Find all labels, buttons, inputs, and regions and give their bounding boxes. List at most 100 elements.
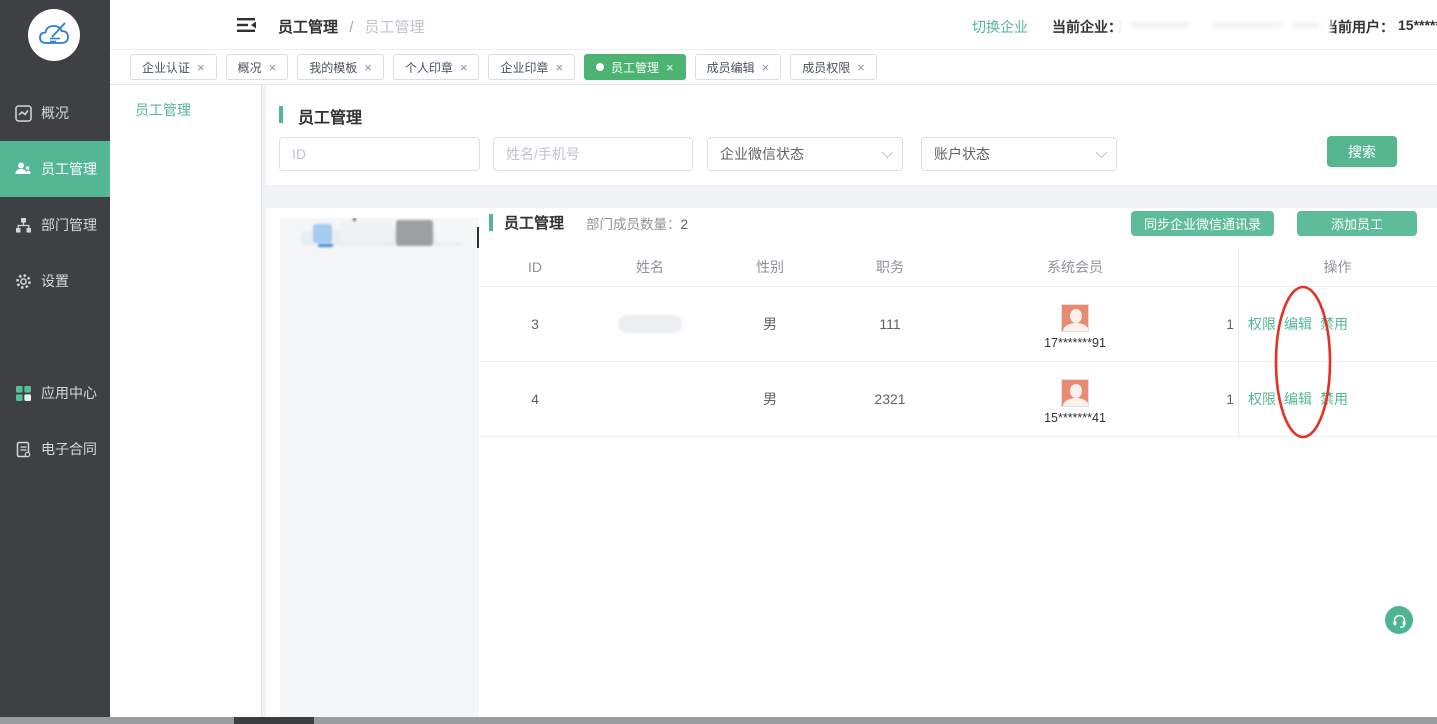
tab-personal-seal[interactable]: 个人印章× [393, 54, 480, 80]
table-row: 3 男 111 17*******91 1 权限 编辑 禁用 [480, 287, 1437, 362]
cloud-signature-logo-icon [34, 15, 74, 55]
chart-icon [14, 104, 32, 122]
tab-enterprise-auth[interactable]: 企业认证× [130, 54, 217, 80]
search-panel: 员工管理 企业微信状态 账户状态 搜索 [266, 85, 1437, 185]
gear-icon [14, 272, 32, 290]
secondary-sidebar: 员工管理 [110, 85, 262, 718]
tab-member-permissions[interactable]: 成员权限× [790, 54, 877, 80]
add-employee-button[interactable]: 添加员工 [1297, 211, 1417, 236]
disable-link[interactable]: 禁用 [1320, 389, 1348, 409]
close-icon[interactable]: × [666, 61, 674, 74]
chevron-down-icon [1096, 147, 1107, 158]
tab-employee-management[interactable]: 员工管理× [584, 54, 686, 80]
cell-member: 17*******91 [950, 298, 1200, 350]
app-window: 概况 员工管理 部门管理 设置 [0, 0, 1437, 724]
cell-id: 4 [480, 391, 590, 407]
tab-overview[interactable]: 概况× [226, 54, 289, 80]
member-phone: 15*******41 [1044, 411, 1106, 425]
header: 员工管理 / 员工管理 切换企业 当前企业： 厂 当前用户： 15*******… [110, 0, 1437, 50]
section-accent-bar [279, 106, 283, 123]
sidebar-item-e-contract[interactable]: 电子合同 [0, 421, 110, 477]
subsidebar-item-employees[interactable]: 员工管理 [110, 85, 261, 135]
redacted-tree-content [280, 218, 479, 268]
tab-member-edit[interactable]: 成员编辑× [695, 54, 782, 80]
close-icon[interactable]: × [460, 61, 468, 74]
current-user-label: 当前用户： [1324, 17, 1394, 37]
account-status-select[interactable]: 账户状态 [921, 137, 1117, 171]
switch-company-link[interactable]: 切换企业 [972, 17, 1028, 37]
member-avatar [1061, 304, 1089, 332]
sidebar-item-label: 设置 [41, 271, 69, 291]
permissions-link[interactable]: 权限 [1248, 314, 1276, 334]
tag-tabs-bar: 企业认证× 概况× 我的模板× 个人印章× 企业印章× 员工管理× 成员编辑× … [110, 50, 1437, 85]
fixed-column-divider [1238, 248, 1239, 437]
redacted-name [618, 315, 682, 333]
wechat-status-select[interactable]: 企业微信状态 [707, 137, 903, 171]
cell-actions: 权限 编辑 禁用 [1238, 287, 1437, 361]
cell-gender: 男 [710, 389, 830, 409]
headset-icon [1391, 612, 1408, 629]
clipped-cell: 1 [1200, 316, 1238, 332]
users-icon [14, 160, 32, 178]
horizontal-scrollbar[interactable] [0, 717, 1437, 724]
name-phone-input[interactable] [493, 137, 693, 171]
col-header-member: 系统会员 [950, 257, 1200, 277]
sidebar-item-label: 概况 [41, 103, 69, 123]
cell-job: 111 [830, 316, 950, 332]
close-icon[interactable]: × [197, 61, 205, 74]
search-panel-title: 员工管理 [298, 104, 362, 128]
table-header-row: ID 姓名 性别 职务 系统会员 操作 [480, 248, 1437, 287]
sidebar-item-overview[interactable]: 概况 [0, 85, 110, 141]
permissions-link[interactable]: 权限 [1248, 389, 1276, 409]
help-support-button[interactable] [1385, 606, 1413, 634]
col-header-job: 职务 [830, 257, 950, 277]
sidebar-item-label: 部门管理 [41, 215, 97, 235]
section-accent-bar [489, 214, 493, 231]
sync-wechat-contacts-button[interactable]: 同步企业微信通讯录 [1131, 211, 1274, 236]
member-phone: 17*******91 [1044, 336, 1106, 350]
disable-link[interactable]: 禁用 [1320, 314, 1348, 334]
tab-my-templates[interactable]: 我的模板× [297, 54, 384, 80]
close-icon[interactable]: × [857, 61, 865, 74]
col-header-gender: 性别 [710, 257, 830, 277]
cell-member: 15*******41 [950, 373, 1200, 425]
cell-id: 3 [480, 316, 590, 332]
clipped-cell: 1 [1200, 391, 1238, 407]
content-panel: 员工管理 部门成员数量：2 同步企业微信通讯录 添加员工 ID 姓名 性别 职务… [266, 208, 1437, 718]
sidebar-item-employees[interactable]: 员工管理 [0, 141, 110, 197]
id-input[interactable] [279, 137, 480, 171]
edit-link[interactable]: 编辑 [1284, 314, 1312, 334]
cell-job: 2321 [830, 391, 950, 407]
search-button[interactable]: 搜索 [1327, 136, 1397, 167]
table-title: 员工管理 [504, 212, 564, 233]
cursor-artifact [477, 227, 479, 248]
contract-icon [14, 440, 32, 458]
edit-link[interactable]: 编辑 [1284, 389, 1312, 409]
logo[interactable] [28, 9, 80, 61]
col-header-name: 姓名 [590, 257, 710, 277]
member-avatar [1061, 379, 1089, 407]
scrollbar-thumb[interactable] [234, 717, 314, 724]
sidebar-item-label: 电子合同 [41, 439, 97, 459]
sidebar-item-label: 员工管理 [41, 159, 97, 179]
cell-gender: 男 [710, 314, 830, 334]
close-icon[interactable]: × [269, 61, 277, 74]
cell-actions: 权限 编辑 禁用 [1238, 362, 1437, 436]
col-header-id: ID [480, 259, 590, 275]
sidebar-item-label: 应用中心 [41, 383, 97, 403]
close-icon[interactable]: × [555, 61, 563, 74]
col-header-actions: 操作 [1238, 248, 1437, 286]
close-icon[interactable]: × [364, 61, 372, 74]
chevron-down-icon [882, 147, 893, 158]
sidebar-item-departments[interactable]: 部门管理 [0, 197, 110, 253]
department-tree-panel[interactable] [280, 218, 479, 718]
active-tab-dot-icon [596, 63, 604, 71]
close-icon[interactable]: × [762, 61, 770, 74]
apps-icon [14, 384, 32, 402]
member-count: 部门成员数量：2 [586, 213, 688, 233]
sidebar-item-app-center[interactable]: 应用中心 [0, 365, 110, 421]
sidebar-item-settings[interactable]: 设置 [0, 253, 110, 309]
tab-enterprise-seal[interactable]: 企业印章× [488, 54, 575, 80]
current-user-value: 15*******41 [1398, 17, 1437, 33]
org-icon [14, 216, 32, 234]
